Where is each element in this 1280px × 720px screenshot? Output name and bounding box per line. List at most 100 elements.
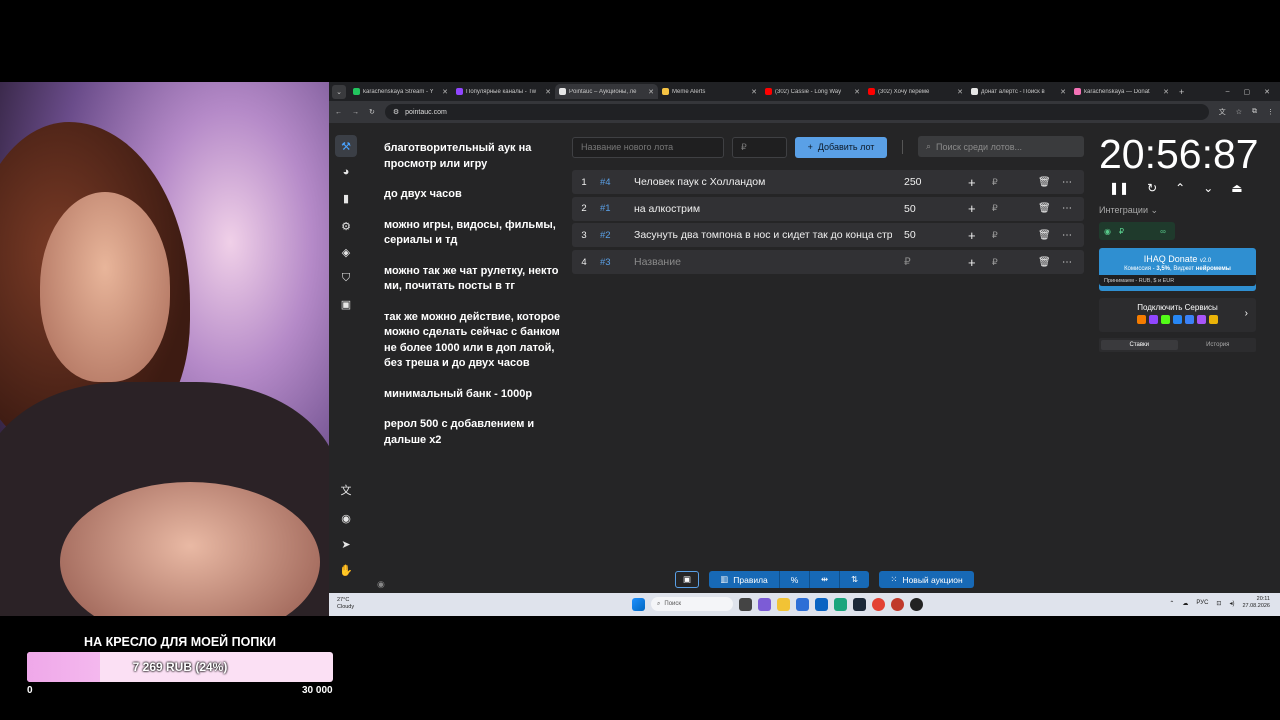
lot-currency[interactable]: ₽	[992, 177, 998, 188]
trash-icon[interactable]: 🗑	[1038, 177, 1051, 188]
lot-amount[interactable]: 250	[892, 176, 952, 188]
close-tab-icon[interactable]: ✕	[1060, 88, 1066, 96]
close-tab-icon[interactable]: ✕	[648, 88, 654, 96]
tray-apps-icon[interactable]: ☁	[1182, 600, 1188, 607]
lot-name[interactable]: на алкострим	[634, 203, 892, 215]
browser-tab[interactable]: Meme Alerts ✕	[658, 84, 761, 99]
close-tab-icon[interactable]: ✕	[957, 88, 963, 96]
rules-button[interactable]: ▥ Правила	[709, 571, 779, 588]
pause-icon[interactable]: ❚❚	[1109, 181, 1129, 195]
ihaq-donate-banner[interactable]: IHAQ Donate v2.0 Комиссия - 3,5%, Виджет…	[1099, 248, 1256, 291]
eject-icon[interactable]: ⏏	[1231, 181, 1242, 195]
browser-tab[interactable]: (302) Хочу переме ✕	[864, 84, 967, 99]
steam-icon[interactable]	[853, 597, 866, 611]
lot-search-input[interactable]: ⌕ Поиск среди лотов...	[918, 136, 1084, 157]
network-icon[interactable]: ⊡	[1216, 600, 1221, 607]
add-amount-icon[interactable]: +	[968, 228, 976, 243]
reset-icon[interactable]: ↻	[1147, 181, 1157, 195]
more-icon[interactable]: ⋯	[1062, 177, 1072, 188]
browser-tab[interactable]: Pointauc – Аукционы, ле ✕	[555, 84, 658, 99]
translate-icon[interactable]: 文	[1219, 107, 1226, 117]
file-explorer-icon[interactable]	[777, 597, 790, 611]
close-tab-icon[interactable]: ✕	[1163, 88, 1169, 96]
tab-history[interactable]: История	[1180, 338, 1257, 352]
lot-currency[interactable]: ₽	[992, 230, 998, 241]
new-lot-name-input[interactable]: Название нового лота	[572, 136, 724, 158]
obs-icon[interactable]	[910, 597, 923, 611]
chevron-up-icon[interactable]: ⌃	[1175, 181, 1185, 195]
trash-icon[interactable]: 🗑	[1038, 257, 1051, 268]
close-tab-icon[interactable]: ✕	[545, 88, 551, 96]
close-tab-icon[interactable]: ✕	[854, 88, 860, 96]
integrations-dropdown[interactable]: Интеграции ⌄	[1099, 205, 1158, 216]
connect-services-button[interactable]: Подключить Сервисы ›	[1099, 298, 1256, 332]
app-icon[interactable]	[891, 597, 904, 611]
trash-icon[interactable]: 🗑	[1038, 230, 1051, 241]
menu-icon[interactable]: ⋮	[1267, 108, 1274, 116]
copilot-icon[interactable]	[758, 597, 771, 611]
settings-icon[interactable]: ⚙	[335, 215, 357, 237]
media-icon[interactable]: ▣	[335, 293, 357, 315]
new-tab-button[interactable]: +	[1179, 87, 1184, 97]
edge-icon[interactable]	[834, 597, 847, 611]
lot-amount[interactable]: 50	[892, 229, 952, 241]
lot-amount[interactable]: ₽	[892, 256, 952, 268]
new-auction-button[interactable]: ⁙ Новый аукцион	[879, 571, 974, 588]
reload-icon[interactable]: ↻	[369, 108, 375, 116]
close-tab-icon[interactable]: ✕	[751, 88, 757, 96]
telegram-icon[interactable]: ➤	[335, 533, 357, 555]
chrome-icon[interactable]	[872, 597, 885, 611]
minimize-button[interactable]: –	[1226, 88, 1230, 96]
browser-tab[interactable]: karachenskaya Stream - Y ✕	[349, 84, 452, 99]
close-window-button[interactable]: ✕	[1264, 88, 1270, 96]
site-info-icon[interactable]: ⚙	[393, 108, 399, 116]
lot-amount[interactable]: 50	[892, 203, 952, 215]
outlook-icon[interactable]	[815, 597, 828, 611]
maximize-button[interactable]: ▢	[1244, 88, 1251, 96]
shield-icon[interactable]: ⛉	[335, 267, 357, 289]
new-lot-amount-input[interactable]: ₽	[732, 136, 787, 158]
task-view-icon[interactable]	[739, 597, 752, 611]
more-icon[interactable]: ⋯	[1062, 230, 1072, 241]
wheel-icon[interactable]: ◕	[335, 161, 357, 183]
lot-currency[interactable]: ₽	[992, 257, 998, 268]
bookmark-star-icon[interactable]: ☆	[1236, 108, 1242, 116]
integration-status[interactable]: ◉ ₽ ∞	[1099, 222, 1175, 240]
add-lot-button[interactable]: + Добавить лот	[795, 136, 887, 158]
lot-name[interactable]: Название	[634, 256, 892, 268]
chevron-down-icon[interactable]: ⌄	[1203, 181, 1213, 195]
add-amount-icon[interactable]: +	[968, 201, 976, 216]
save-icon[interactable]: ▣	[675, 571, 699, 588]
tab-search-button[interactable]: ⌄	[332, 84, 346, 99]
forward-icon[interactable]: →	[352, 109, 359, 116]
browser-tab[interactable]: karachenskaya — Donat ✕	[1070, 84, 1173, 99]
lang-indicator[interactable]: РУС	[1196, 600, 1208, 606]
windows-start-icon[interactable]	[632, 597, 645, 611]
eye-icon[interactable]: ◉	[377, 579, 385, 590]
browser-tab[interactable]: донат алертс - Поиск в ✕	[967, 84, 1070, 99]
lot-name[interactable]: Засунуть два томпона в нос и сидет так д…	[634, 229, 892, 241]
url-field[interactable]: ⚙ pointauc.com	[384, 104, 1209, 120]
volume-icon[interactable]: ◂)	[1229, 600, 1234, 607]
more-icon[interactable]: ⋯	[1062, 203, 1072, 214]
close-tab-icon[interactable]: ✕	[442, 88, 448, 96]
browser-tab[interactable]: Популярные каналы - Tw ✕	[452, 84, 555, 99]
split-icon[interactable]: ⇹	[809, 571, 839, 588]
language-icon[interactable]: 文	[335, 479, 357, 501]
layers-icon[interactable]: ◈	[335, 241, 357, 263]
auction-hammer-icon[interactable]: ⚒	[335, 135, 357, 157]
back-icon[interactable]: ←	[335, 109, 342, 116]
donate-hand-icon[interactable]: ✋	[335, 559, 357, 581]
weather-widget[interactable]: 27°C Cloudy	[337, 597, 354, 611]
clock[interactable]: 20:11 27.08.2026	[1242, 596, 1270, 610]
tray-arrow-icon[interactable]: ⌃	[1169, 600, 1174, 607]
add-amount-icon[interactable]: +	[968, 175, 976, 190]
lot-currency[interactable]: ₽	[992, 203, 998, 214]
taskbar-search[interactable]: ⌕ Поиск	[651, 597, 733, 611]
add-amount-icon[interactable]: +	[968, 255, 976, 270]
percent-button[interactable]: %	[779, 571, 809, 588]
stats-icon[interactable]: ▮	[335, 187, 357, 209]
trash-icon[interactable]: 🗑	[1038, 203, 1051, 214]
store-icon[interactable]	[796, 597, 809, 611]
lot-name[interactable]: Человек паук с Холландом	[634, 176, 892, 188]
